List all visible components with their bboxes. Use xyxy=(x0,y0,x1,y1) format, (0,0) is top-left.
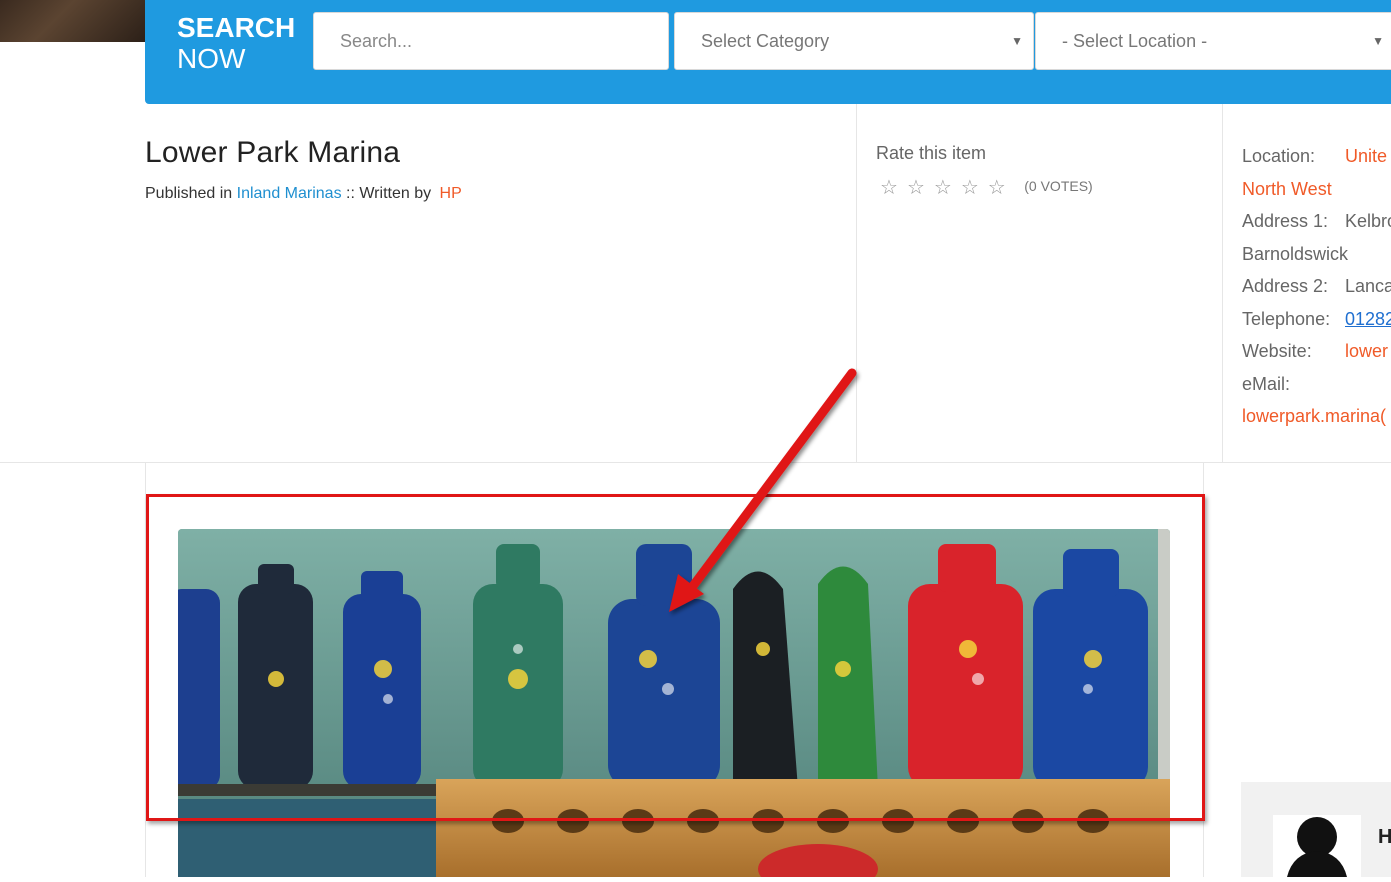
user-silhouette-icon xyxy=(1287,817,1347,877)
annotation-arrow-icon xyxy=(669,368,857,612)
avatar xyxy=(1273,815,1361,877)
author-name-partial: H xyxy=(1378,826,1391,848)
